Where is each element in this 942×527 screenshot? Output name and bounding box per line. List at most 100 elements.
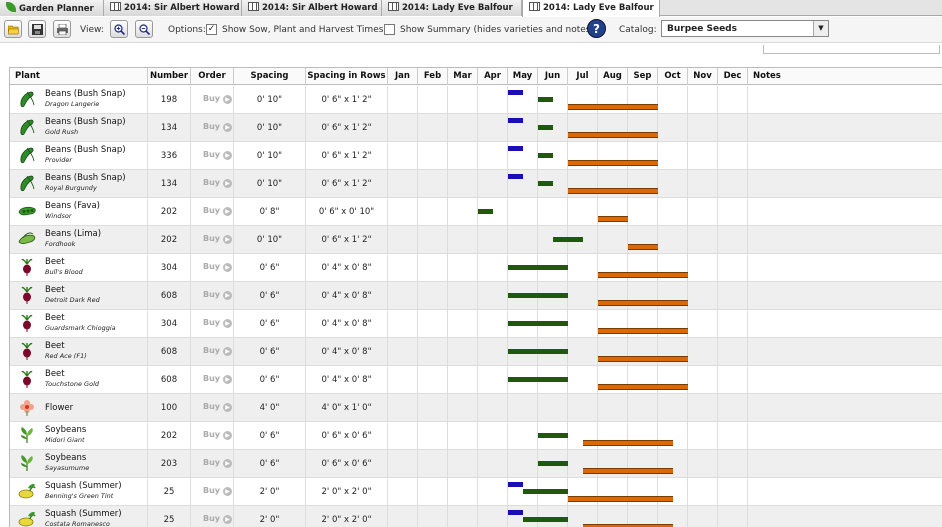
plant-time-bar[interactable] (538, 181, 553, 186)
table-row[interactable]: Soybeans Sayasumume 203 Buy ▶ 0' 6" 0' 6" x 0'… (10, 450, 942, 478)
spacing-value[interactable]: 0' 6" (234, 459, 305, 469)
show-summary-checkbox[interactable] (384, 24, 395, 35)
harvest-time-bar[interactable] (583, 468, 673, 474)
table-row[interactable]: Beans (Lima) Fordhook 202 Buy ▶ 0' 10" 0' 6" x… (10, 226, 942, 254)
plant-time-bar[interactable] (538, 461, 568, 466)
plant-time-bar[interactable] (508, 321, 568, 326)
row-spacing-value[interactable]: 2' 0" x 2' 0" (306, 515, 387, 525)
plant-number[interactable]: 202 (148, 235, 190, 245)
plant-time-bar[interactable] (478, 209, 493, 214)
row-spacing-value[interactable]: 0' 6" x 1' 2" (306, 235, 387, 245)
table-row[interactable]: Squash (Summer) Benning's Green Tint 25 Buy… (10, 478, 942, 506)
column-header-jun[interactable]: Jun (538, 68, 568, 85)
spacing-value[interactable]: 0' 10" (234, 235, 305, 245)
plant-time-bar[interactable] (538, 97, 553, 102)
buy-button[interactable]: Buy ▶ (203, 178, 233, 188)
buy-button[interactable]: Buy ▶ (203, 430, 233, 440)
column-header-nov[interactable]: Nov (688, 68, 718, 85)
row-spacing-value[interactable]: 0' 6" x 1' 2" (306, 95, 387, 105)
column-header-dec[interactable]: Dec (718, 68, 748, 85)
tab-plan-1[interactable]: 2014: Sir Albert Howard (104, 0, 242, 16)
buy-button[interactable]: Buy ▶ (203, 122, 233, 132)
plant-number[interactable]: 203 (148, 459, 190, 469)
buy-button[interactable]: Buy ▶ (203, 150, 233, 160)
plant-time-bar[interactable] (508, 377, 568, 382)
buy-button[interactable]: Buy ▶ (203, 458, 233, 468)
plant-number[interactable]: 198 (148, 95, 190, 105)
buy-button[interactable]: Buy ▶ (203, 514, 233, 524)
table-row[interactable]: Beans (Bush Snap) Dragon Langerie 198 Buy ▶ 0… (10, 86, 942, 114)
plant-number[interactable]: 608 (148, 291, 190, 301)
buy-button[interactable]: Buy ▶ (203, 290, 233, 300)
column-header-sep[interactable]: Sep (628, 68, 658, 85)
table-row[interactable]: Soybeans Midori Giant 202 Buy ▶ 0' 6" 0' 6" x … (10, 422, 942, 450)
buy-button[interactable]: Buy ▶ (203, 94, 233, 104)
tab-plan-4-active[interactable]: 2014: Lady Eve Balfour (522, 0, 660, 17)
plant-number[interactable]: 304 (148, 263, 190, 273)
spacing-value[interactable]: 0' 10" (234, 179, 305, 189)
plant-time-bar[interactable] (538, 153, 553, 158)
buy-button[interactable]: Buy ▶ (203, 374, 233, 384)
row-spacing-value[interactable]: 0' 4" x 0' 8" (306, 347, 387, 357)
open-button[interactable] (4, 20, 22, 38)
table-row[interactable]: Squash (Summer) Costata Romanesco 25 Buy ▶ 2'… (10, 506, 942, 527)
plant-number[interactable]: 100 (148, 403, 190, 413)
buy-button[interactable]: Buy ▶ (203, 262, 233, 272)
harvest-time-bar[interactable] (568, 496, 673, 502)
row-spacing-value[interactable]: 4' 0" x 1' 0" (306, 403, 387, 413)
column-header-oct[interactable]: Oct (658, 68, 688, 85)
spacing-value[interactable]: 4' 0" (234, 403, 305, 413)
help-button[interactable]: ? (587, 19, 606, 38)
column-header-spacing-in-rows[interactable]: Spacing in Rows (306, 68, 388, 85)
row-spacing-value[interactable]: 0' 4" x 0' 8" (306, 263, 387, 273)
table-row[interactable]: Flower 100 Buy ▶ 4' 0" 4' 0" x 1' 0" (10, 394, 942, 422)
row-spacing-value[interactable]: 0' 6" x 0' 6" (306, 459, 387, 469)
sow-time-bar[interactable] (508, 482, 523, 487)
column-header-may[interactable]: May (508, 68, 538, 85)
plant-number[interactable]: 202 (148, 431, 190, 441)
column-header-feb[interactable]: Feb (418, 68, 448, 85)
plant-number[interactable]: 608 (148, 375, 190, 385)
table-row[interactable]: Beet Red Ace (F1) 608 Buy ▶ 0' 6" 0' 4" x 0' 8… (10, 338, 942, 366)
buy-button[interactable]: Buy ▶ (203, 402, 233, 412)
plant-time-bar[interactable] (538, 125, 553, 130)
column-header-plant[interactable]: Plant (10, 68, 148, 85)
buy-button[interactable]: Buy ▶ (203, 234, 233, 244)
sow-time-bar[interactable] (508, 118, 523, 123)
plant-number[interactable]: 304 (148, 319, 190, 329)
zoom-in-button[interactable] (110, 20, 128, 38)
plant-time-bar[interactable] (508, 265, 568, 270)
table-row[interactable]: Beet Detroit Dark Red 608 Buy ▶ 0' 6" 0' 4" x … (10, 282, 942, 310)
spacing-value[interactable]: 2' 0" (234, 515, 305, 525)
tab-plan-2[interactable]: 2014: Sir Albert Howard (242, 0, 382, 16)
spacing-value[interactable]: 0' 6" (234, 291, 305, 301)
plant-time-bar[interactable] (508, 293, 568, 298)
spacing-value[interactable]: 0' 10" (234, 151, 305, 161)
plant-time-bar[interactable] (538, 433, 568, 438)
spacing-value[interactable]: 0' 10" (234, 123, 305, 133)
row-spacing-value[interactable]: 0' 6" x 1' 2" (306, 151, 387, 161)
plant-number[interactable]: 25 (148, 487, 190, 497)
buy-button[interactable]: Buy ▶ (203, 486, 233, 496)
sow-time-bar[interactable] (508, 146, 523, 151)
sow-time-bar[interactable] (508, 90, 523, 95)
plant-number[interactable]: 608 (148, 347, 190, 357)
buy-button[interactable]: Buy ▶ (203, 206, 233, 216)
catalog-select[interactable]: Burpee Seeds ▼ (661, 20, 829, 37)
row-spacing-value[interactable]: 0' 4" x 0' 8" (306, 375, 387, 385)
harvest-time-bar[interactable] (568, 160, 658, 166)
table-row[interactable]: Beet Guardsmark Chioggia 304 Buy ▶ 0' 6" 0' 4"… (10, 310, 942, 338)
plant-number[interactable]: 336 (148, 151, 190, 161)
harvest-time-bar[interactable] (628, 244, 658, 250)
harvest-time-bar[interactable] (568, 104, 658, 110)
harvest-time-bar[interactable] (598, 300, 688, 306)
spacing-value[interactable]: 0' 8" (234, 207, 305, 217)
row-spacing-value[interactable]: 0' 6" x 0' 6" (306, 431, 387, 441)
column-header-order[interactable]: Order (191, 68, 234, 85)
row-spacing-value[interactable]: 0' 4" x 0' 8" (306, 319, 387, 329)
zoom-out-button[interactable] (135, 20, 153, 38)
spacing-value[interactable]: 0' 6" (234, 375, 305, 385)
harvest-time-bar[interactable] (568, 132, 658, 138)
spacing-value[interactable]: 0' 6" (234, 431, 305, 441)
save-button[interactable] (28, 20, 46, 38)
